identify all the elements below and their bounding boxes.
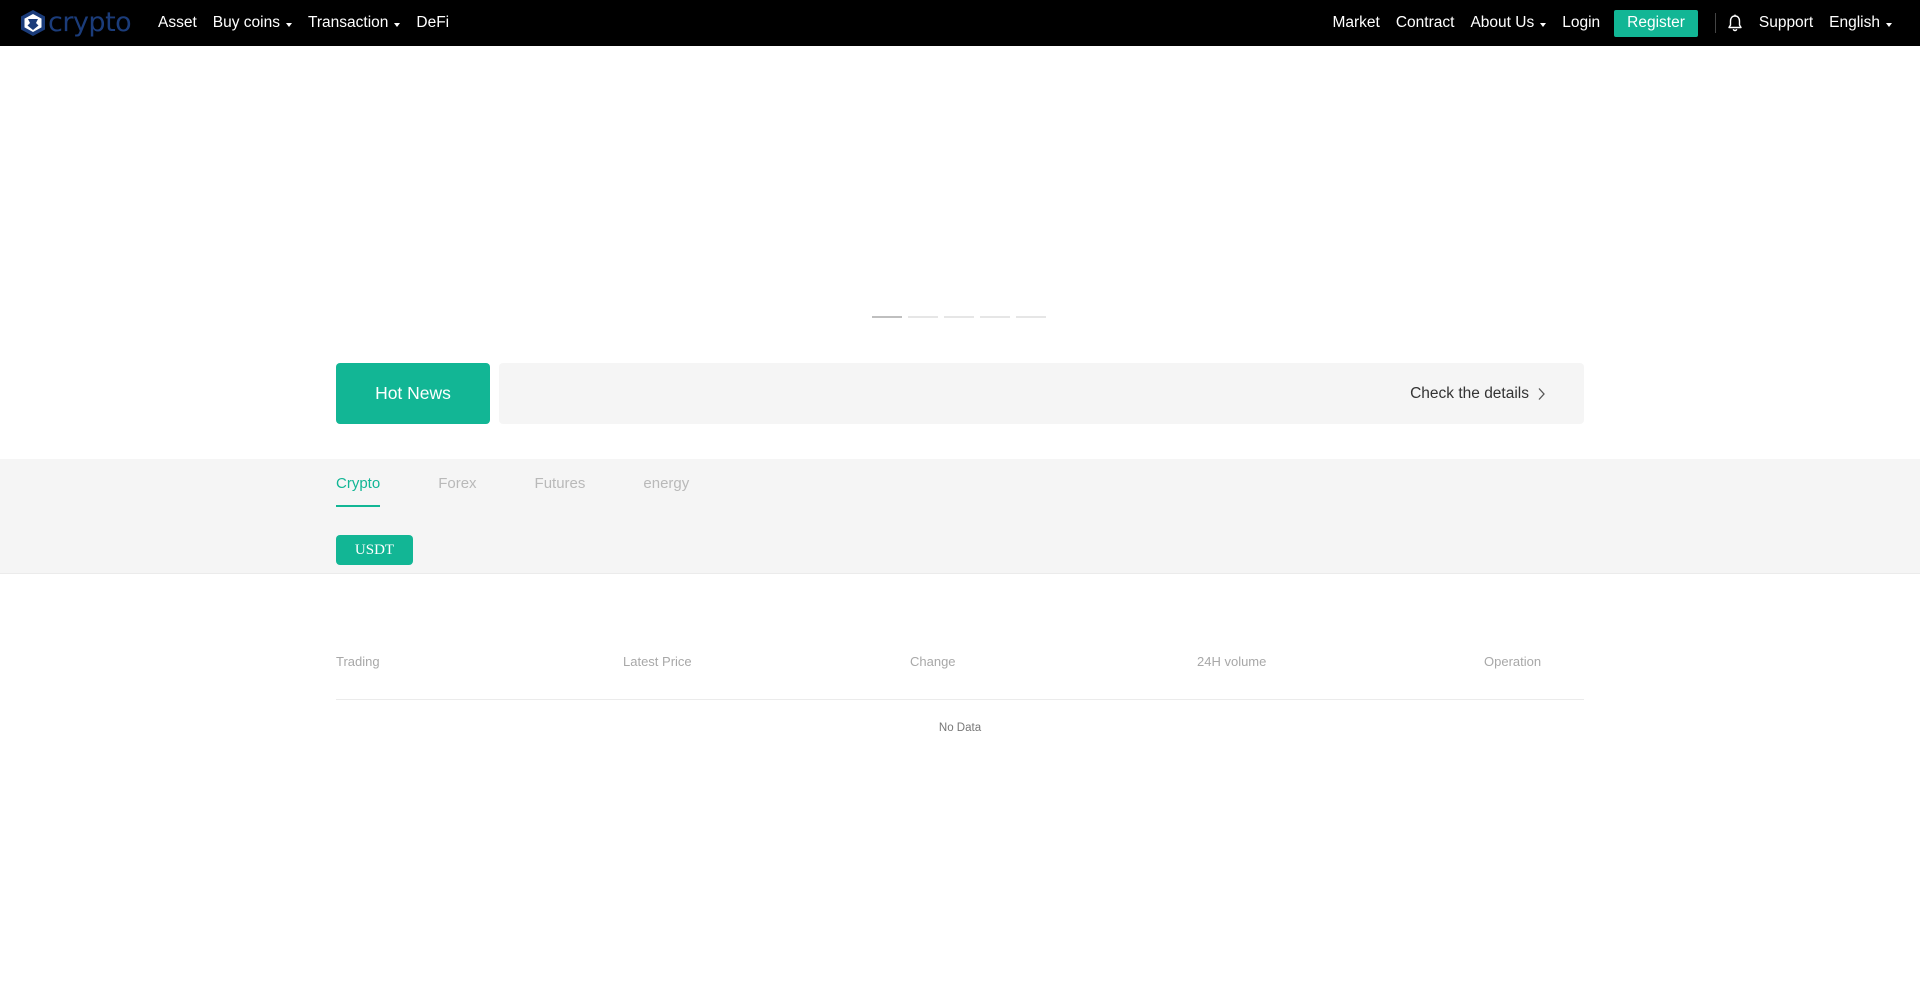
column-operation: Operation [1484, 654, 1542, 669]
logo[interactable]: crypto [20, 6, 132, 40]
column-trading[interactable]: Trading [336, 654, 380, 669]
nav-contract[interactable]: Contract [1396, 14, 1455, 32]
carousel-indicators [872, 316, 1052, 318]
column-latest-price[interactable]: Latest Price [623, 654, 692, 669]
carousel-indicator-2[interactable] [908, 316, 938, 318]
register-button[interactable]: Register [1614, 9, 1698, 37]
nav-right: Market Contract About Us Login Register … [1316, 0, 1892, 46]
nav-buy-coins-label: Buy coins [212, 14, 280, 31]
nav-defi[interactable]: DeFi [416, 14, 449, 32]
login-link[interactable]: Login [1562, 14, 1600, 32]
bell-icon[interactable] [1727, 14, 1743, 32]
nav-market[interactable]: Market [1332, 14, 1379, 32]
nav-divider [1714, 13, 1716, 33]
check-details-label: Check the details [1410, 384, 1529, 402]
nav-buy-coins[interactable]: Buy coins [213, 14, 292, 32]
nav-transaction-label: Transaction [307, 14, 389, 31]
carousel-indicator-4[interactable] [980, 316, 1010, 318]
nav-asset-label: Asset [158, 14, 197, 31]
carousel-indicator-3[interactable] [944, 316, 974, 318]
logo-icon [21, 10, 45, 36]
nav-left: Asset Buy coins Transaction DeFi [158, 0, 465, 46]
caret-down-icon [285, 22, 292, 27]
caret-down-icon [1886, 22, 1892, 27]
column-change[interactable]: Change [910, 654, 956, 669]
news-ticker: Check the details [499, 363, 1584, 424]
caret-down-icon [1540, 22, 1547, 27]
check-details-link[interactable]: Check the details [1410, 363, 1546, 424]
tab-futures[interactable]: Futures [535, 459, 586, 507]
tab-forex[interactable]: Forex [438, 459, 476, 507]
carousel-indicator-1[interactable] [872, 316, 902, 318]
column-24h-volume[interactable]: 24H volume [1197, 654, 1266, 669]
nav-defi-label: DeFi [416, 14, 450, 31]
language-selector[interactable]: English [1829, 14, 1892, 32]
market-tabs: Crypto Forex Futures energy [336, 459, 747, 507]
nav-asset[interactable]: Asset [158, 14, 197, 32]
tab-energy[interactable]: energy [643, 459, 689, 507]
language-label: English [1829, 14, 1880, 31]
nav-support[interactable]: Support [1759, 14, 1813, 32]
top-navbar: crypto Asset Buy coins Transaction DeFi … [0, 0, 1920, 46]
tab-crypto[interactable]: Crypto [336, 459, 381, 507]
nav-about-us[interactable]: About Us [1470, 14, 1547, 32]
nav-about-us-label: About Us [1470, 14, 1535, 31]
carousel-indicator-5[interactable] [1016, 316, 1046, 318]
logo-text: crypto [48, 7, 132, 38]
chevron-right-icon [1538, 387, 1545, 400]
nav-transaction[interactable]: Transaction [307, 14, 401, 32]
hot-news-button[interactable]: Hot News [336, 363, 490, 424]
caret-down-icon [394, 22, 401, 27]
usdt-filter-button[interactable]: USDT [336, 535, 413, 565]
empty-state-text: No Data [938, 722, 982, 734]
market-section: Crypto Forex Futures energy USDT [0, 459, 1920, 574]
market-table-header: Trading Latest Price Change 24H volume O… [336, 640, 1584, 700]
